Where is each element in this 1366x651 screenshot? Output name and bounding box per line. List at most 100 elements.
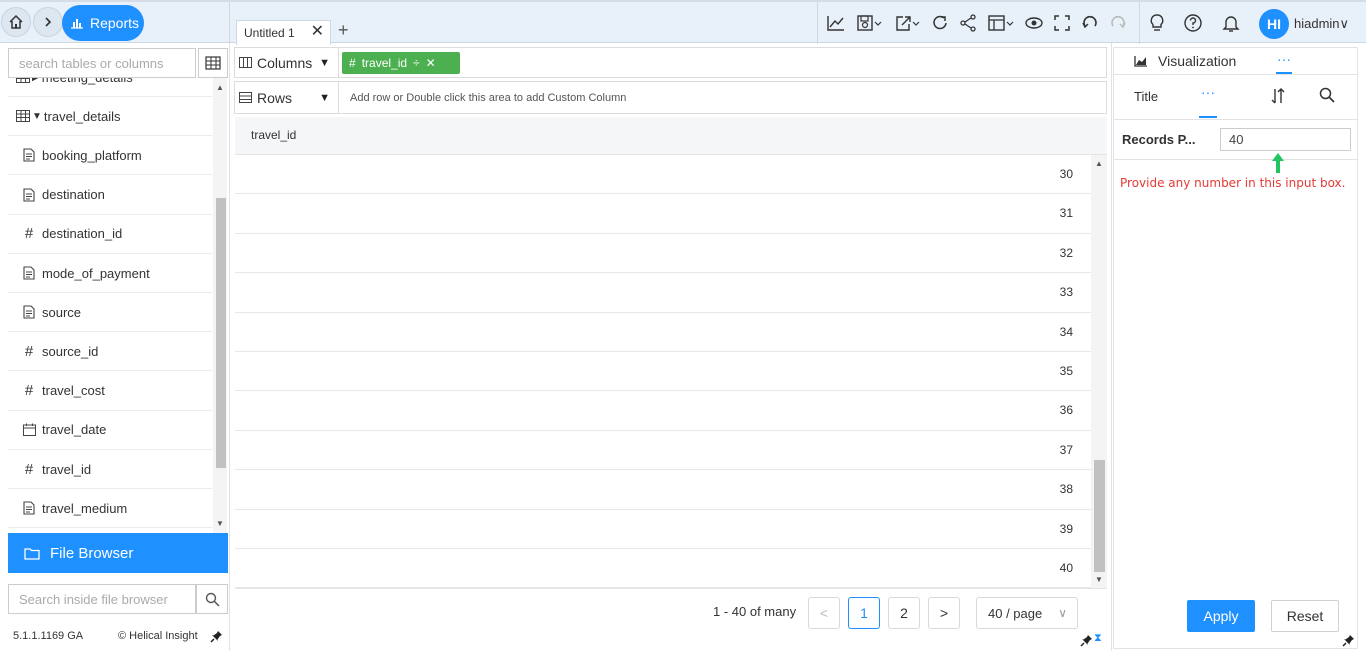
pin-icon[interactable] xyxy=(1080,634,1093,650)
chevron-right-icon xyxy=(45,17,52,27)
divider xyxy=(1114,159,1357,160)
number-field-icon: # xyxy=(349,56,356,70)
tree-item-label: mode_of_payment xyxy=(42,265,150,281)
brand-label: © Helical Insight xyxy=(118,630,198,642)
folder-icon xyxy=(24,547,40,560)
lightbulb-icon[interactable] xyxy=(1146,12,1168,34)
page-size-select[interactable]: 40 / page ∨ xyxy=(976,597,1078,629)
table-row[interactable]: 30 xyxy=(235,155,1091,195)
tree-field-item[interactable]: # destination_id xyxy=(8,215,212,254)
columns-dropdown[interactable]: Columns ▼ xyxy=(235,48,339,77)
table-row[interactable]: 37 xyxy=(235,431,1091,471)
page-2-button[interactable]: 2 xyxy=(888,597,920,629)
prev-page-button[interactable]: < xyxy=(808,597,840,629)
scrollbar-thumb[interactable] xyxy=(1094,460,1105,572)
save-icon[interactable] xyxy=(855,12,885,34)
table-row[interactable]: 31 xyxy=(235,194,1091,234)
tree-field-item[interactable]: source xyxy=(8,293,212,333)
column-header[interactable]: travel_id xyxy=(251,128,296,142)
divide-icon[interactable]: ÷ xyxy=(413,56,420,70)
tree-field-item[interactable]: # travel_id xyxy=(8,450,212,489)
table-row[interactable]: 40 xyxy=(235,549,1091,588)
pin-icon[interactable] xyxy=(210,630,223,646)
scroll-up-icon[interactable]: ▲ xyxy=(1095,159,1103,168)
tree-item-label: travel_details xyxy=(43,108,121,124)
visualization-tab[interactable]: Visualization xyxy=(1134,53,1236,69)
export-icon[interactable] xyxy=(893,12,923,34)
caret-down-icon[interactable]: ▼ xyxy=(32,111,42,122)
search-tables-input[interactable] xyxy=(8,48,196,78)
table-row[interactable]: 36 xyxy=(235,391,1091,431)
preview-icon[interactable] xyxy=(1023,12,1045,34)
tree-field-item[interactable]: booking_platform xyxy=(8,136,212,176)
user-menu[interactable]: hiadmin∨ xyxy=(1294,16,1349,32)
scroll-down-icon[interactable]: ▼ xyxy=(1095,575,1103,584)
search-icon[interactable] xyxy=(1319,87,1335,106)
file-browser-search-button[interactable] xyxy=(196,584,228,614)
rows-dropdown[interactable]: Rows ▼ xyxy=(235,82,339,113)
tree-field-item[interactable]: mode_of_payment xyxy=(8,254,212,293)
tree-field-item[interactable]: # travel_cost xyxy=(8,372,212,411)
area-chart-icon xyxy=(1134,56,1147,67)
pin-icon[interactable] xyxy=(1342,634,1355,650)
next-page-button[interactable]: > xyxy=(928,597,960,629)
table-row[interactable]: 35 xyxy=(235,352,1091,392)
remove-icon[interactable]: ✕ xyxy=(426,56,436,70)
help-icon[interactable] xyxy=(1182,12,1204,34)
table-row[interactable]: 33 xyxy=(235,273,1091,313)
reports-breadcrumb[interactable]: Reports xyxy=(62,5,144,41)
divider xyxy=(1111,43,1112,651)
more-options-tab[interactable]: ··· xyxy=(1199,84,1217,118)
table-view-button[interactable] xyxy=(198,48,228,78)
layout-icon[interactable] xyxy=(986,12,1016,34)
breadcrumb-chevron-button[interactable] xyxy=(33,7,63,37)
caret-right-icon[interactable]: ▶ xyxy=(32,78,40,83)
table-cell: 30 xyxy=(1059,167,1073,181)
divider xyxy=(1114,74,1357,75)
close-icon[interactable]: ✕ xyxy=(311,24,324,40)
refresh-icon[interactable] xyxy=(929,12,951,34)
bar-chart-icon xyxy=(71,19,83,29)
table-row[interactable]: 34 xyxy=(235,313,1091,352)
column-chip[interactable]: # travel_id ÷ ✕ xyxy=(342,52,460,74)
undo-icon[interactable] xyxy=(1079,12,1101,34)
line-chart-icon[interactable] xyxy=(825,12,847,34)
tree-scrollbar[interactable]: ▲ ▼ xyxy=(213,78,227,533)
reset-button[interactable]: Reset xyxy=(1271,600,1339,632)
scrollbar-thumb[interactable] xyxy=(216,198,226,468)
page-1-button[interactable]: 1 xyxy=(848,597,880,629)
tab-untitled[interactable]: Untitled 1 ✕ xyxy=(236,20,331,45)
avatar[interactable]: HI xyxy=(1259,9,1289,39)
rows-shelf[interactable]: Rows ▼ Add row or Double click this area… xyxy=(234,81,1107,114)
file-browser-button[interactable]: File Browser xyxy=(8,533,228,573)
reports-label: Reports xyxy=(90,15,140,31)
table-row[interactable]: 39 xyxy=(235,510,1091,549)
records-per-page-input[interactable] xyxy=(1220,128,1351,151)
columns-shelf[interactable]: Columns ▼ # travel_id ÷ ✕ xyxy=(234,47,1107,78)
grid-scrollbar[interactable]: ▲ ▼ xyxy=(1091,155,1107,588)
sort-icon[interactable] xyxy=(1269,87,1287,108)
table-row[interactable]: 38 xyxy=(235,470,1091,510)
home-button[interactable] xyxy=(1,7,31,37)
date-field-icon xyxy=(22,423,36,437)
title-tab[interactable]: Title xyxy=(1134,89,1158,104)
share-icon[interactable] xyxy=(957,12,979,34)
add-tab-button[interactable]: + xyxy=(338,20,349,41)
apply-button[interactable]: Apply xyxy=(1187,600,1255,632)
text-field-icon xyxy=(22,305,36,319)
tree-field-item[interactable]: travel_date xyxy=(8,411,212,450)
tree-table-item[interactable]: ▼ travel_details xyxy=(8,97,212,137)
bell-icon[interactable] xyxy=(1220,12,1242,34)
tree-field-item[interactable]: travel_medium xyxy=(8,489,212,529)
file-browser-search-input[interactable] xyxy=(8,584,196,614)
scroll-down-icon[interactable]: ▼ xyxy=(216,519,224,528)
tree-field-item[interactable]: # source_id xyxy=(8,332,212,372)
fullscreen-icon[interactable] xyxy=(1051,12,1073,34)
redo-icon[interactable] xyxy=(1107,12,1129,34)
more-tab[interactable]: ··· xyxy=(1276,51,1292,74)
table-row[interactable]: 32 xyxy=(235,234,1091,274)
grid-body: 30 31 32 33 34 35 36 37 38 39 40 xyxy=(235,155,1091,588)
tree-table-item[interactable]: ▶meeting_details xyxy=(8,78,212,97)
tree-field-item[interactable]: destination xyxy=(8,176,212,215)
scroll-up-icon[interactable]: ▲ xyxy=(216,83,224,92)
